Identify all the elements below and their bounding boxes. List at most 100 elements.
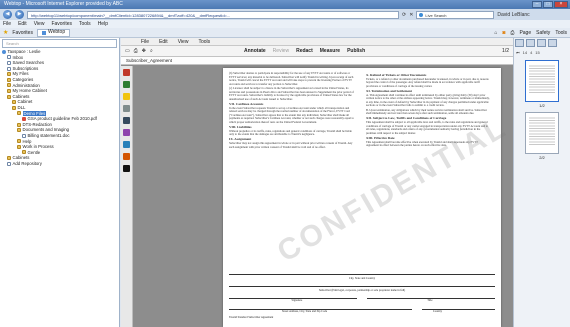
highlight-tool-icon[interactable] xyxy=(123,93,130,100)
signature-block: City, State and Country Subscriber (Prin… xyxy=(229,268,495,319)
menu-favorites[interactable]: Favorites xyxy=(51,21,72,27)
arrow-tool-icon[interactable] xyxy=(123,69,130,76)
close-button[interactable]: × xyxy=(554,1,568,8)
page-menu[interactable]: Page xyxy=(519,30,531,36)
back-button[interactable]: ◀ xyxy=(3,10,12,19)
menu-file[interactable]: File xyxy=(3,21,11,27)
tree-item[interactable]: Add Repository xyxy=(2,161,119,167)
panel-tabs xyxy=(514,38,570,48)
address-bar: ◀ ▶ http://webtop11/webtop/component/mai… xyxy=(0,9,570,20)
paragraph: B. Upon termination, any obligations whi… xyxy=(366,107,487,115)
viewer-menu-file[interactable]: File xyxy=(141,39,149,45)
menu-edit[interactable]: Edit xyxy=(18,21,27,27)
repository-icon xyxy=(2,49,6,54)
signature-line xyxy=(229,268,495,275)
paragraph: In the event Subscriber requests Trustid… xyxy=(229,105,354,124)
viewer-menu-view[interactable]: View xyxy=(178,39,189,45)
minimize-button[interactable]: – xyxy=(532,1,542,8)
live-search-input[interactable]: Live Search xyxy=(416,10,495,19)
home-icon[interactable]: ⌂ xyxy=(494,30,497,36)
thumbnail-label: 2/2 xyxy=(539,155,545,160)
annotations-tab-icon[interactable] xyxy=(537,39,546,47)
open-icon[interactable]: ▭ xyxy=(125,48,130,54)
folder-icon xyxy=(7,83,11,88)
browser-title: Webtop - Microsoft Internet Explorer pro… xyxy=(4,1,123,7)
page-icon xyxy=(41,30,46,35)
folder-icon xyxy=(7,77,11,82)
page-thumbnail[interactable] xyxy=(525,60,559,102)
paragraph: Tickets, or a refund or other documents … xyxy=(366,76,489,88)
stop-icon[interactable]: ✕ xyxy=(409,12,413,18)
paragraph: (c) Licensor shall be subject to chance … xyxy=(229,86,354,101)
mode-switcher: Annotate Review Redact Measure Publish xyxy=(244,48,365,54)
print-icon[interactable]: ⎙ xyxy=(510,30,514,36)
forward-button[interactable]: ▶ xyxy=(15,10,24,19)
thumbnail-label: 1/2 xyxy=(539,103,545,108)
document-page: (b) Subscriber desires to participate in… xyxy=(223,68,513,327)
page-thumbnail[interactable] xyxy=(525,112,559,154)
document-tab[interactable]: Subscriber_Agreement xyxy=(121,57,513,65)
menu-tools[interactable]: Tools xyxy=(79,21,91,27)
document-icon xyxy=(7,161,11,166)
page-left-column: (b) Subscriber desires to participate in… xyxy=(229,71,354,150)
folder-icon xyxy=(7,88,11,93)
thumbnail-list: 1/2 2/2 xyxy=(514,60,570,160)
viewer-toolbar: ▭ ⎙ ✥ ⌕ Annotate Review Redact Measure Publi… xyxy=(121,46,513,57)
text-tool-icon[interactable] xyxy=(123,117,130,124)
note-tool-icon[interactable] xyxy=(123,105,130,112)
menu-view[interactable]: View xyxy=(34,21,45,27)
command-bar: ⌂ ◙ ⎙ Page Safety Tools xyxy=(494,30,567,36)
maximize-button[interactable]: □ xyxy=(543,1,553,8)
browser-tab[interactable]: Webtop xyxy=(36,28,71,37)
viewer-menu-tools[interactable]: Tools xyxy=(198,39,210,45)
browser-title-bar: Webtop - Microsoft Internet Explorer pro… xyxy=(0,0,570,9)
paragraph: Subscriber may not assign this Agreement… xyxy=(229,141,353,149)
thumb-ctrl-value: 14 xyxy=(522,49,528,55)
folder-icon xyxy=(17,139,21,144)
zoom-icon[interactable]: ⌕ xyxy=(150,48,153,54)
mode-annotate[interactable]: Annotate xyxy=(244,48,266,54)
document-icon xyxy=(7,55,11,60)
favorites-button[interactable]: Favorites xyxy=(12,30,33,36)
pan-icon[interactable]: ✥ xyxy=(142,48,146,54)
url-field[interactable]: http://webtop11/webtop/component/main?__… xyxy=(27,10,399,19)
annotation-toolbar xyxy=(121,66,133,327)
line-tool-icon[interactable] xyxy=(123,129,130,136)
tree-item-label: Add Repository xyxy=(12,160,42,166)
pen-tool-icon[interactable] xyxy=(123,81,130,88)
menu-help[interactable]: Help xyxy=(98,21,108,27)
folder-icon xyxy=(7,156,11,161)
document-tab-label: Subscriber_Agreement xyxy=(126,58,173,63)
paragraph: A. This Agreement shall continue in effe… xyxy=(366,92,490,107)
print-icon[interactable]: ⎙ xyxy=(134,48,138,54)
thumb-ctrl-value: 15 xyxy=(535,49,540,55)
viewer-menu-edit[interactable]: Edit xyxy=(159,39,168,45)
stamp-tool-icon[interactable] xyxy=(123,153,130,160)
repository-tree: Taxspace : Leslie Inbox Saved Searches Subs… xyxy=(0,49,119,166)
sig-caption: Country xyxy=(432,309,443,313)
refresh-icon[interactable]: ⟳ xyxy=(402,12,406,18)
folder-icon xyxy=(12,100,16,105)
tools-menu[interactable]: Tools xyxy=(555,30,567,36)
feeds-icon[interactable]: ◙ xyxy=(502,30,505,36)
document-icon xyxy=(7,66,11,71)
mode-measure[interactable]: Measure xyxy=(320,48,340,54)
document-icon xyxy=(22,133,26,138)
safety-menu[interactable]: Safety xyxy=(536,30,550,36)
tree-search-input[interactable]: Search xyxy=(2,39,117,48)
mode-publish[interactable]: Publish xyxy=(347,48,365,54)
page-footer: Trustid Standard Subscriber Agreement xyxy=(229,315,274,319)
shape-tool-icon[interactable] xyxy=(123,141,130,148)
mode-redact[interactable]: Redact xyxy=(296,48,313,54)
bookmarks-tab-icon[interactable] xyxy=(526,39,535,47)
signature-row xyxy=(229,303,495,310)
signature-line xyxy=(229,280,495,288)
window-controls: – □ × xyxy=(532,1,568,8)
redact-tool-icon[interactable] xyxy=(123,165,130,172)
browser-menu-bar: File Edit View Favorites Tools Help xyxy=(0,20,570,28)
paragraph: Without prejudice or its tariffs, rules,… xyxy=(229,128,352,136)
search-tab-icon[interactable] xyxy=(548,39,557,47)
mode-review[interactable]: Review xyxy=(273,48,289,54)
first-page-icon[interactable]: ⏮ xyxy=(516,50,520,55)
thumbnails-tab-icon[interactable] xyxy=(515,39,524,47)
